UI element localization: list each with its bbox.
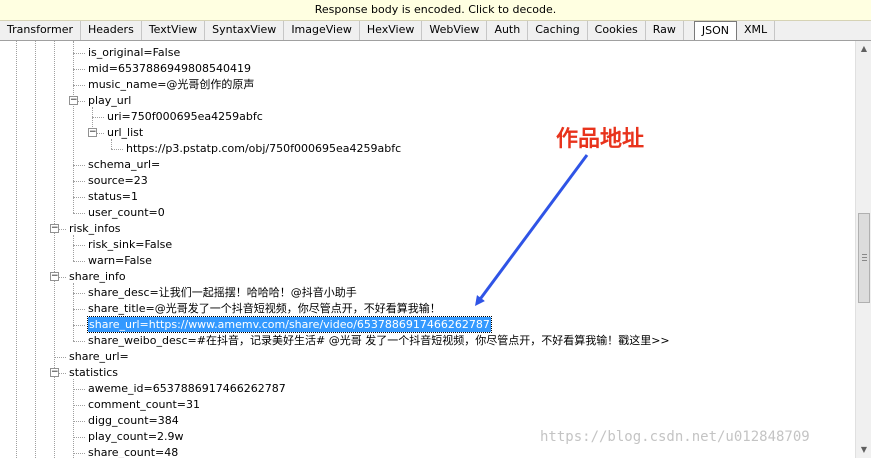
tab-caching[interactable]: Caching <box>528 21 588 40</box>
tree-connector <box>73 261 85 262</box>
tree-connector <box>73 53 85 54</box>
tab-syntaxview[interactable]: SyntaxView <box>205 21 285 40</box>
tree-node[interactable]: https://p3.pstatp.com/obj/750f000695ea42… <box>126 141 401 156</box>
tree-connector <box>92 117 104 118</box>
tree-guide-line <box>73 283 74 341</box>
tab-raw[interactable]: Raw <box>646 21 684 40</box>
tree-guide-line <box>73 379 74 458</box>
tree-connector <box>73 197 85 198</box>
tree-node[interactable]: statistics <box>69 365 118 380</box>
tab-json[interactable]: JSON <box>693 21 738 40</box>
tree-node[interactable]: comment_count=31 <box>88 397 200 412</box>
tree-node[interactable]: source=23 <box>88 173 148 188</box>
tree-connector <box>73 437 85 438</box>
tree-guide-line <box>16 41 17 458</box>
decode-banner[interactable]: Response body is encoded. Click to decod… <box>0 0 871 21</box>
tab-textview[interactable]: TextView <box>142 21 206 40</box>
tree-connector <box>73 341 85 342</box>
scroll-up-icon[interactable]: ▲ <box>857 42 871 56</box>
tree-guide-line <box>111 139 112 149</box>
tree-guide-line <box>54 41 55 458</box>
tree-node[interactable]: status=1 <box>88 189 138 204</box>
collapse-icon[interactable]: − <box>88 128 97 137</box>
tree-node[interactable]: share_weibo_desc=#在抖音，记录美好生活# @光哥 发了一个抖音… <box>88 333 670 348</box>
tree-connector <box>73 293 85 294</box>
tree-node[interactable]: user_count=0 <box>88 205 165 220</box>
tree-node[interactable]: share_desc=让我们一起摇摆！哈哈哈！@抖音小助手 <box>88 285 357 300</box>
tree-node[interactable]: is_original=False <box>88 45 180 60</box>
tree-guide-line <box>73 41 74 213</box>
tree-connector <box>73 181 85 182</box>
collapse-icon[interactable]: − <box>50 272 59 281</box>
vertical-scrollbar[interactable]: ▲ ▼ <box>855 41 871 458</box>
tree-node[interactable]: aweme_id=6537886917466262787 <box>88 381 286 396</box>
tree-node[interactable]: schema_url= <box>88 157 160 172</box>
tree-node-selected[interactable]: share_url=https://www.amemv.com/share/vi… <box>87 316 492 333</box>
tab-cookies[interactable]: Cookies <box>588 21 646 40</box>
tree-connector <box>54 357 66 358</box>
tree-node[interactable]: risk_sink=False <box>88 237 172 252</box>
tree-connector <box>73 85 85 86</box>
tree-node[interactable]: share_url= <box>69 349 129 364</box>
tab-webview[interactable]: WebView <box>422 21 488 40</box>
tree-connector <box>73 421 85 422</box>
tab-xml[interactable]: XML <box>737 21 776 40</box>
tree-node[interactable]: url_list <box>107 125 143 140</box>
tree-connector <box>73 325 85 326</box>
tree-connector <box>73 389 85 390</box>
tab-hexview[interactable]: HexView <box>360 21 423 40</box>
tree-connector <box>73 245 85 246</box>
tree-node[interactable]: music_name=@光哥创作的原声 <box>88 77 254 92</box>
tree-connector <box>111 149 123 150</box>
tree-connector <box>73 405 85 406</box>
tree-guide-line <box>73 235 74 261</box>
watermark: https://blog.csdn.net/u012848709 <box>540 429 810 445</box>
inspector-tab-bar: Transformer Headers TextView SyntaxView Imag… <box>0 21 871 41</box>
tree-node[interactable]: share_info <box>69 269 126 284</box>
tree-connector <box>73 69 85 70</box>
tree-connector <box>73 453 85 454</box>
tree-node[interactable]: play_count=2.9w <box>88 429 184 444</box>
tab-transformer[interactable]: Transformer <box>0 21 82 40</box>
tab-headers[interactable]: Headers <box>81 21 142 40</box>
tree-connector <box>73 165 85 166</box>
tree-node[interactable]: mid=6537886949808540419 <box>88 61 251 76</box>
collapse-icon[interactable]: − <box>69 96 78 105</box>
tree-connector <box>73 213 85 214</box>
scroll-down-icon[interactable]: ▼ <box>857 443 871 457</box>
tab-imageview[interactable]: ImageView <box>284 21 360 40</box>
tree-guide-line <box>35 41 36 458</box>
annotation-label: 作品地址 <box>556 127 645 152</box>
collapse-icon[interactable]: − <box>50 368 59 377</box>
json-tree-view[interactable]: is_original=False mid=6537886949808540419… <box>0 41 855 458</box>
collapse-icon[interactable]: − <box>50 224 59 233</box>
tree-node[interactable]: uri=750f000695ea4259abfc <box>107 109 263 124</box>
scrollbar-thumb[interactable] <box>858 213 870 303</box>
tree-node[interactable]: share_count=48 <box>88 445 178 458</box>
tree-node[interactable]: warn=False <box>88 253 152 268</box>
tab-auth[interactable]: Auth <box>487 21 529 40</box>
tree-node[interactable]: play_url <box>88 93 131 108</box>
tree-node[interactable]: share_title=@光哥发了一个抖音短视频，你尽管点开，不好看算我输！ <box>88 301 441 316</box>
tree-node[interactable]: risk_infos <box>69 221 121 236</box>
tree-node[interactable]: digg_count=384 <box>88 413 179 428</box>
tree-connector <box>73 309 85 310</box>
